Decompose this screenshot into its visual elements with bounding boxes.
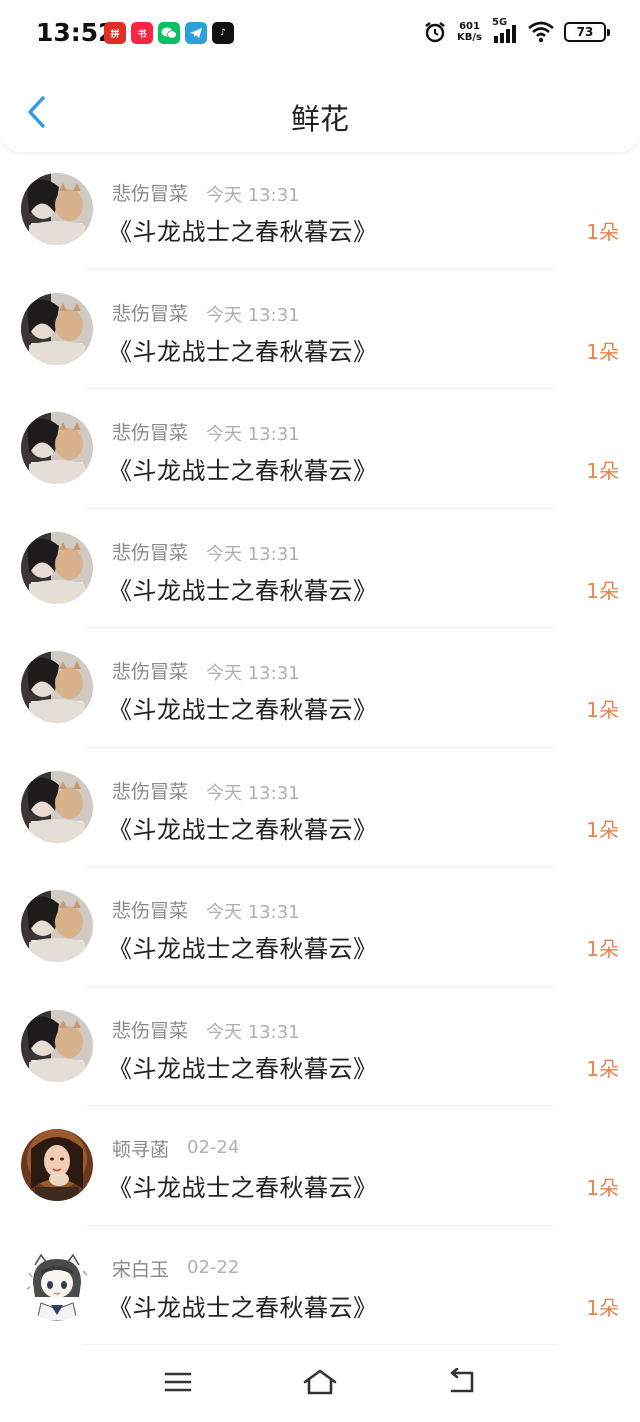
battery-level: 73 xyxy=(576,25,594,39)
post-time: 02-22 xyxy=(187,1256,240,1278)
user-name[interactable]: 悲伤冒菜 xyxy=(112,538,188,565)
list-item[interactable]: 悲伤冒菜 今天 13:31 《斗龙战士之春秋暮云》 1朵 xyxy=(0,389,640,509)
alarm-icon xyxy=(425,22,445,43)
post-time: 今天 13:31 xyxy=(206,902,300,923)
flower-count: 1朵 xyxy=(586,459,619,483)
status-indicators: 601 KB/s 5G 73 xyxy=(423,17,610,44)
network-speed: 601 KB/s xyxy=(457,21,482,43)
net-speed-value: 601 xyxy=(459,21,480,32)
avatar[interactable] xyxy=(21,890,93,962)
wechat-icon xyxy=(158,22,180,44)
book-title[interactable]: 《斗龙战士之春秋暮云》 xyxy=(108,690,378,725)
flower-count: 1朵 xyxy=(586,937,619,961)
user-name[interactable]: 宋白玉 xyxy=(112,1255,169,1282)
post-time: 02-24 xyxy=(187,1137,240,1158)
cellular-signal-icon: 5G xyxy=(492,17,518,44)
avatar[interactable] xyxy=(21,173,93,245)
navigation-bar xyxy=(0,1350,640,1422)
flower-count: 1朵 xyxy=(586,698,619,722)
user-name[interactable]: 悲伤冒菜 xyxy=(112,896,188,923)
avatar[interactable] xyxy=(21,1009,93,1082)
post-time: 今天 13:31 xyxy=(206,304,300,326)
avatar[interactable] xyxy=(21,1248,93,1321)
post-time: 今天 13:31 xyxy=(206,663,300,684)
avatar[interactable] xyxy=(21,1129,93,1201)
post-time: 今天 13:31 xyxy=(206,185,300,206)
avatar[interactable] xyxy=(21,531,93,604)
user-name[interactable]: 悲伤冒菜 xyxy=(112,179,188,206)
xiaohongshu-icon: 书 xyxy=(131,22,153,44)
home-icon xyxy=(303,1369,337,1395)
return-button[interactable] xyxy=(442,1362,482,1402)
list-item[interactable]: 悲伤冒菜 今天 13:31 《斗龙战士之春秋暮云》 1朵 xyxy=(0,150,640,270)
battery-icon: 73 xyxy=(564,22,610,42)
wifi-icon xyxy=(528,21,554,43)
divider xyxy=(84,1344,556,1345)
book-title[interactable]: 《斗龙战士之春秋暮云》 xyxy=(108,451,378,486)
book-title[interactable]: 《斗龙战士之春秋暮云》 xyxy=(108,929,378,964)
list-item[interactable]: 悲伤冒菜 今天 13:31 《斗龙战士之春秋暮云》 1朵 xyxy=(0,867,640,987)
flower-count: 1朵 xyxy=(586,220,619,244)
return-icon xyxy=(450,1368,474,1393)
pinduoduo-icon: 拼 xyxy=(104,22,126,44)
post-time: 今天 13:31 xyxy=(206,424,300,445)
user-name[interactable]: 悲伤冒菜 xyxy=(112,777,188,804)
list-item[interactable]: 悲伤冒菜 今天 13:31 《斗龙战士之春秋暮云》 1朵 xyxy=(0,270,640,389)
flower-count: 1朵 xyxy=(586,1056,619,1081)
user-name[interactable]: 悲伤冒菜 xyxy=(112,299,188,326)
flower-count: 1朵 xyxy=(586,578,619,603)
post-time: 今天 13:31 xyxy=(206,1021,300,1043)
book-title[interactable]: 《斗龙战士之春秋暮云》 xyxy=(108,810,378,845)
book-title[interactable]: 《斗龙战士之春秋暮云》 xyxy=(108,332,378,367)
flower-count: 1朵 xyxy=(586,1295,619,1320)
avatar[interactable] xyxy=(21,412,93,484)
home-button[interactable] xyxy=(300,1362,340,1402)
telegram-icon xyxy=(185,22,207,44)
list-item[interactable]: 悲伤冒菜 今天 13:31 《斗龙战士之春秋暮云》 1朵 xyxy=(0,987,640,1106)
page-title: 鲜花 xyxy=(290,102,349,136)
page-header: 鲜花 xyxy=(0,72,640,152)
menu-icon xyxy=(164,1372,192,1392)
user-name[interactable]: 悲伤冒菜 xyxy=(112,657,188,684)
user-name[interactable]: 悲伤冒菜 xyxy=(112,1016,188,1043)
list-item[interactable]: 顿寻菡 02-24 《斗龙战士之春秋暮云》 1朵 xyxy=(0,1106,640,1226)
flower-count: 1朵 xyxy=(586,817,619,842)
flower-count: 1朵 xyxy=(586,339,619,364)
book-title[interactable]: 《斗龙战士之春秋暮云》 xyxy=(108,1049,378,1084)
post-time: 今天 13:31 xyxy=(206,543,300,565)
tiktok-icon: ♪ xyxy=(212,22,234,44)
flower-gift-list: 悲伤冒菜 今天 13:31 《斗龙战士之春秋暮云》 1朵 悲伤冒菜 今天 13:31 《斗龙… xyxy=(0,150,640,1345)
book-title[interactable]: 《斗龙战士之春秋暮云》 xyxy=(108,212,378,247)
avatar[interactable] xyxy=(21,292,93,365)
user-name[interactable]: 悲伤冒菜 xyxy=(112,418,188,445)
book-title[interactable]: 《斗龙战士之春秋暮云》 xyxy=(108,1288,378,1323)
list-item[interactable]: 悲伤冒菜 今天 13:31 《斗龙战士之春秋暮云》 1朵 xyxy=(0,748,640,867)
book-title[interactable]: 《斗龙战士之春秋暮云》 xyxy=(108,1168,378,1203)
list-item[interactable]: 悲伤冒菜 今天 13:31 《斗龙战士之春秋暮云》 1朵 xyxy=(0,628,640,748)
net-speed-unit: KB/s xyxy=(457,32,482,43)
status-bar: 13:52 拼 书 ♪ 601 KB/s 5G 73 xyxy=(0,0,640,72)
book-title[interactable]: 《斗龙战士之春秋暮云》 xyxy=(108,571,378,606)
post-time: 今天 13:31 xyxy=(206,782,300,804)
avatar[interactable] xyxy=(21,651,93,723)
list-item[interactable]: 悲伤冒菜 今天 13:31 《斗龙战士之春秋暮云》 1朵 xyxy=(0,509,640,628)
flower-count: 1朵 xyxy=(586,1176,619,1200)
avatar[interactable] xyxy=(21,770,93,843)
user-name[interactable]: 顿寻菡 xyxy=(112,1135,169,1162)
status-app-icons: 拼 书 ♪ xyxy=(104,22,234,44)
list-item[interactable]: 宋白玉 02-22 《斗龙战士之春秋暮云》 1朵 xyxy=(0,1226,640,1345)
menu-button[interactable] xyxy=(158,1362,198,1402)
